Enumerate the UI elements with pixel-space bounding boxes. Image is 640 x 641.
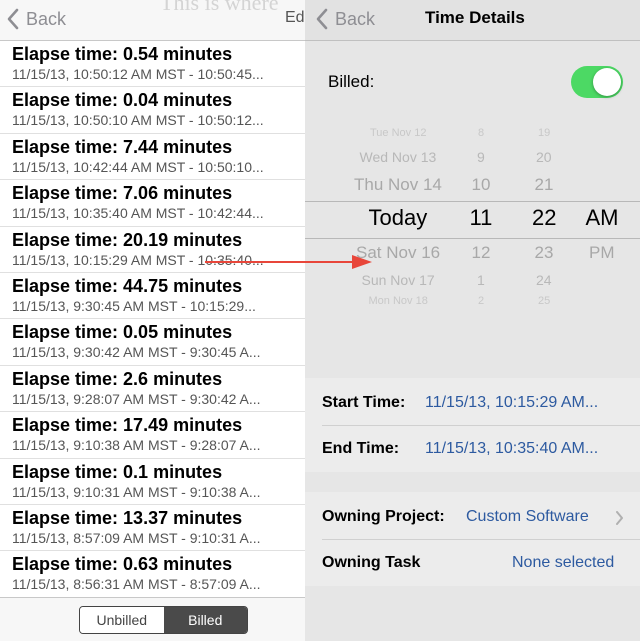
- time-entry-row[interactable]: Elapse time: 7.06 minutes 11/15/13, 10:35…: [0, 180, 305, 227]
- elapsed-time-text: Elapse time: 7.06 minutes: [12, 183, 233, 204]
- owning-task-label: Owning Task: [322, 554, 421, 571]
- billed-toggle[interactable]: [571, 66, 623, 98]
- owning-project-label: Owning Project:: [322, 508, 445, 525]
- time-entry-row[interactable]: Elapse time: 17.49 minutes 11/15/13, 9:10…: [0, 412, 305, 459]
- picker-hour-item: 1: [477, 272, 485, 288]
- elapsed-time-text: Elapse time: 0.1 minutes: [12, 461, 223, 482]
- time-entry-list: Elapse time: 0.54 minutes 11/15/13, 10:50…: [0, 41, 305, 598]
- owning-project-value[interactable]: Custom Software: [466, 508, 589, 526]
- picker-hour-item: 12: [471, 243, 491, 262]
- time-entry-row[interactable]: Elapse time: 0.63 minutes 11/15/13, 8:56:…: [0, 551, 305, 598]
- right-nav-bar: Back Time Details: [305, 0, 640, 41]
- start-time-label: Start Time:: [322, 394, 406, 411]
- time-range-text: 11/15/13, 9:28:07 AM MST - 9:30:42 A...: [12, 390, 261, 407]
- page-title: Time Details: [425, 8, 525, 27]
- right-back-button[interactable]: Back: [315, 6, 375, 32]
- entries-pane: This is where Back Ed Elapse time: 0.54 …: [0, 0, 305, 641]
- picker-minute-item: 21: [534, 175, 554, 194]
- elapsed-time-text: Elapse time: 20.19 minutes: [12, 229, 243, 250]
- nav-ghost-title: This is where: [160, 0, 279, 15]
- end-time-label: End Time:: [322, 440, 400, 457]
- elapsed-time-text: Elapse time: 2.6 minutes: [12, 368, 223, 389]
- time-entry-row[interactable]: Elapse time: 44.75 minutes 11/15/13, 9:30…: [0, 273, 305, 320]
- picker-minute-item: 24: [536, 272, 552, 288]
- picker-ampm-item: PM: [589, 243, 615, 262]
- picker-minute-item: 25: [538, 295, 551, 307]
- left-nav-bar: This is where Back Ed: [0, 0, 305, 41]
- billed-row: Billed:: [305, 60, 640, 104]
- picker-hour-item: 2: [478, 295, 485, 307]
- time-range-text: 11/15/13, 10:50:10 AM MST - 10:50:12...: [12, 112, 264, 129]
- end-time-value[interactable]: 11/15/13, 10:35:40 AM...: [425, 440, 598, 458]
- toggle-knob: [593, 68, 621, 96]
- picker-hour-item: 8: [478, 127, 485, 139]
- time-range-section: Start Time: 11/15/13, 10:15:29 AM... End…: [305, 378, 640, 472]
- picker-date-item: Sat Nov 16: [356, 243, 441, 262]
- left-back-button[interactable]: Back: [6, 6, 66, 32]
- picker-minute-item: 23: [534, 243, 554, 262]
- chevron-right-icon: [616, 511, 623, 525]
- time-range-text: 11/15/13, 10:50:12 AM MST - 10:50:45...: [12, 66, 264, 82]
- chevron-left-icon: [7, 8, 19, 30]
- time-range-text: 11/15/13, 9:30:45 AM MST - 10:15:29...: [12, 297, 256, 314]
- section-divider: [322, 425, 640, 426]
- time-entry-row[interactable]: Elapse time: 0.05 minutes 11/15/13, 9:30:…: [0, 319, 305, 366]
- left-bottom-toolbar: Unbilled Billed: [0, 597, 305, 641]
- time-entry-row[interactable]: Elapse time: 0.54 minutes 11/15/13, 10:50…: [0, 41, 305, 88]
- elapsed-time-text: Elapse time: 0.63 minutes: [12, 554, 233, 575]
- time-range-text: 11/15/13, 8:56:31 AM MST - 8:57:09 A...: [12, 576, 261, 593]
- picker-minute-item: 19: [538, 127, 551, 139]
- time-range-text: 11/15/13, 10:35:40 AM MST - 10:42:44...: [12, 205, 264, 222]
- owning-task-value[interactable]: None selected: [512, 554, 614, 572]
- time-range-text: 11/15/13, 8:57:09 AM MST - 9:10:31 A...: [12, 529, 261, 546]
- time-entry-row[interactable]: Elapse time: 0.04 minutes 11/15/13, 10:50…: [0, 87, 305, 134]
- time-range-text: 11/15/13, 9:30:42 AM MST - 9:30:45 A...: [12, 344, 261, 361]
- picker-hour-item: 10: [471, 175, 491, 194]
- elapsed-time-text: Elapse time: 0.05 minutes: [12, 322, 233, 343]
- billed-label: Billed:: [328, 72, 375, 91]
- time-range-text: 11/15/13, 9:10:38 AM MST - 9:28:07 A...: [12, 437, 261, 454]
- picker-date-item: Mon Nov 18: [368, 295, 428, 307]
- picker-date-item: Wed Nov 13: [359, 149, 437, 165]
- chevron-left-icon: [316, 8, 328, 30]
- billed-segmented-control: Unbilled Billed: [79, 606, 248, 634]
- elapsed-time-text: Elapse time: 0.04 minutes: [12, 90, 233, 111]
- time-entry-row[interactable]: Elapse time: 2.6 minutes 11/15/13, 9:28:0…: [0, 366, 305, 413]
- time-details-pane: Back Time Details Billed: Tue Nov 12 Wed …: [305, 0, 640, 641]
- picker-ampm-item: AM: [585, 205, 619, 230]
- time-entry-row[interactable]: Elapse time: 7.44 minutes 11/15/13, 10:42…: [0, 134, 305, 181]
- section-divider: [322, 539, 640, 540]
- picker-minute-item: 22: [532, 205, 557, 230]
- unbilled-segment[interactable]: Unbilled: [80, 607, 164, 633]
- start-time-value[interactable]: 11/15/13, 10:15:29 AM...: [425, 394, 598, 412]
- elapsed-time-text: Elapse time: 0.54 minutes: [12, 44, 233, 64]
- picker-date-item: Tue Nov 12: [370, 127, 427, 139]
- billed-segment[interactable]: Billed: [163, 607, 247, 633]
- elapsed-time-text: Elapse time: 7.44 minutes: [12, 136, 233, 157]
- left-back-label: Back: [26, 8, 67, 29]
- picker-hour-item: 9: [477, 149, 485, 165]
- picker-date-item: Thu Nov 14: [354, 175, 442, 194]
- elapsed-time-text: Elapse time: 17.49 minutes: [12, 415, 243, 436]
- ownership-section: Owning Project: Custom Software Owning T…: [305, 492, 640, 586]
- time-range-text: 11/15/13, 9:10:31 AM MST - 9:10:38 A...: [12, 483, 261, 500]
- date-time-picker[interactable]: Tue Nov 12 Wed Nov 13 Thu Nov 14 Today Sat N…: [305, 125, 640, 315]
- time-entry-row[interactable]: Elapse time: 20.19 minutes 11/15/13, 10:1…: [0, 227, 305, 273]
- time-entry-row[interactable]: Elapse time: 0.1 minutes 11/15/13, 9:10:3…: [0, 459, 305, 505]
- time-range-text: 11/15/13, 10:42:44 AM MST - 10:50:10...: [12, 158, 264, 175]
- picker-minute-item: 20: [536, 149, 552, 165]
- time-range-text: 11/15/13, 10:15:29 AM MST - 10:35:40...: [12, 251, 264, 268]
- picker-date-item: Today: [368, 205, 428, 230]
- picker-hour-item: 11: [469, 205, 493, 230]
- right-back-label: Back: [335, 8, 376, 29]
- edit-button[interactable]: Ed: [285, 9, 305, 27]
- picker-date-item: Sun Nov 17: [361, 272, 435, 288]
- time-entry-row[interactable]: Elapse time: 13.37 minutes 11/15/13, 8:57…: [0, 505, 305, 552]
- elapsed-time-text: Elapse time: 13.37 minutes: [12, 507, 243, 528]
- elapsed-time-text: Elapse time: 44.75 minutes: [12, 275, 243, 296]
